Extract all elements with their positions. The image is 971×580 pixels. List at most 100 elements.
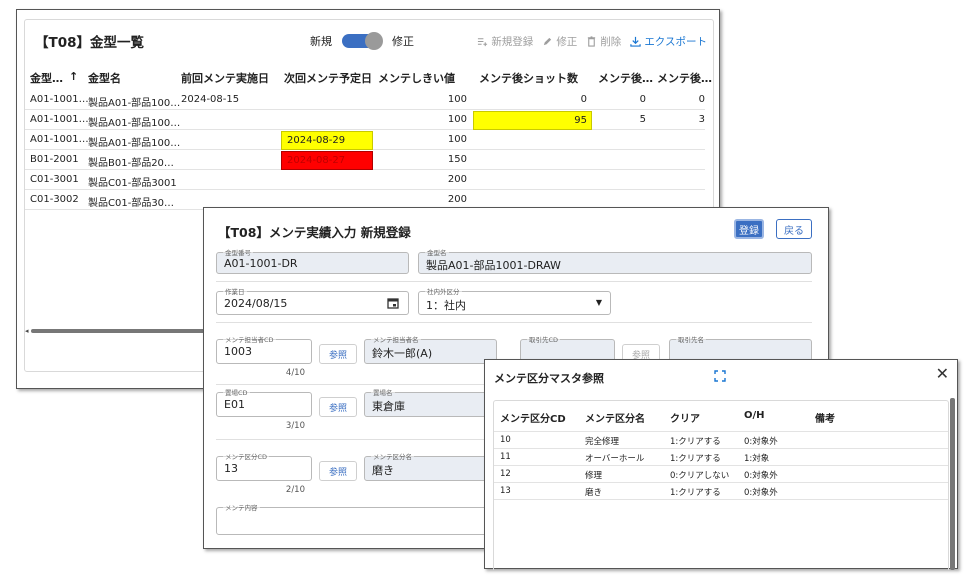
cell-after-2: 0 — [698, 94, 705, 105]
maint-type-ref-dialog: メンテ区分マスタ参照 ✕ メンテ区分CD メンテ区分名 クリア O/H 備考 1… — [484, 359, 958, 570]
table-row[interactable]: 10 完全修理 1:クリアする 0:対象外 — [494, 432, 948, 449]
cell-cd: 13 — [500, 486, 511, 496]
table-row[interactable]: A01-1001… 製品A01-部品100… 2024-08-15 100 0 … — [25, 91, 705, 110]
column-header-cd[interactable]: メンテ区分CD — [500, 410, 566, 425]
staff-cd-counter: 4/10 — [285, 368, 305, 378]
column-header-after-2[interactable]: メンテ後… — [657, 70, 713, 86]
column-header-mold-name[interactable]: 金型名 — [88, 70, 121, 86]
table-row[interactable]: 13 磨き 1:クリアする 0:対象外 — [494, 483, 948, 500]
maint-type-cd-input[interactable]: メンテ区分CD 13 2/10 — [216, 451, 312, 495]
cell-cd: 10 — [500, 435, 511, 445]
in-out-select[interactable]: 社内外区分 1：社内 ▼ — [418, 286, 611, 315]
fullscreen-icon[interactable] — [714, 370, 726, 382]
edit-button[interactable]: 修正 — [542, 34, 577, 49]
playlist-add-icon — [478, 38, 488, 47]
staff-ref-button[interactable]: 参照 — [319, 344, 357, 364]
scroll-left-arrow-icon[interactable]: ◂ — [25, 327, 29, 335]
pencil-icon — [544, 37, 552, 46]
horizontal-scrollbar[interactable] — [31, 329, 221, 333]
dialog-title: メンテ区分マスタ参照 — [494, 372, 604, 385]
cell-clear: 1:クリアする — [670, 437, 721, 447]
delete-label: 削除 — [600, 36, 622, 48]
table-row[interactable]: A01-1001… 製品A01-部品100… 100 95 5 3 — [25, 111, 705, 130]
cell-name: 完全修理 — [585, 437, 620, 447]
cell-shots-highlight: 95 — [473, 111, 592, 130]
column-header-oh[interactable]: O/H — [744, 410, 765, 421]
location-cd-input[interactable]: 置場CD E01 3/10 — [216, 387, 312, 431]
export-button[interactable]: エクスポート — [630, 34, 707, 49]
work-date-value: 2024/08/15 — [224, 297, 288, 310]
column-header-mold-code[interactable]: 金型… — [30, 70, 63, 86]
column-header-next-maint[interactable]: 次回メンテ予定日 — [284, 70, 372, 86]
cell-name: 製品B01-部品20… — [88, 158, 174, 169]
maint-type-cd-value: 13 — [224, 462, 238, 475]
column-header-note[interactable]: 備考 — [815, 410, 835, 425]
calendar-icon[interactable] — [387, 297, 399, 309]
register-button[interactable]: 登録 — [734, 219, 764, 239]
divider — [216, 322, 812, 323]
mode-toggle-group: 新規 修正 — [310, 32, 414, 50]
edit-label: 修正 — [556, 36, 578, 48]
work-date-input[interactable]: 作業日 2024/08/15 — [216, 286, 409, 315]
sort-asc-icon[interactable]: ↑ — [69, 70, 78, 83]
cell-after-1: 5 — [639, 114, 646, 125]
maint-type-cd-label: メンテ区分CD — [223, 451, 270, 461]
cell-cd: 11 — [500, 452, 511, 462]
toggle-knob[interactable] — [365, 32, 383, 50]
back-button[interactable]: 戻る — [776, 219, 812, 239]
cell-oh: 0:対象外 — [744, 471, 778, 481]
mold-no-field: 金型番号 A01-1001-DR — [216, 247, 409, 274]
column-header-after-1[interactable]: メンテ後… — [598, 70, 654, 86]
dropdown-arrow-icon[interactable]: ▼ — [596, 298, 602, 307]
in-out-value: 1：社内 — [426, 299, 466, 312]
cell-code: A01-1001… — [30, 94, 89, 105]
column-header-shots[interactable]: メンテ後ショット数 — [479, 70, 578, 86]
table-row[interactable]: B01-2001 製品B01-部品20… 2024-08-27 150 — [25, 151, 705, 170]
cell-oh: 1:対象 — [744, 454, 770, 464]
cell-name: オーバーホール — [585, 454, 645, 464]
cell-code: A01-1001… — [30, 134, 89, 145]
in-out-label: 社内外区分 — [425, 286, 462, 296]
new-register-button[interactable]: 新規登録 — [477, 34, 533, 49]
cell-code: B01-2001 — [30, 154, 79, 165]
table-row[interactable]: 11 オーバーホール 1:クリアする 1:対象 — [494, 449, 948, 466]
ref-table-header: メンテ区分CD メンテ区分名 クリア O/H 備考 — [494, 401, 948, 431]
maint-type-cd-counter: 2/10 — [285, 485, 305, 495]
cell-name: 修理 — [585, 471, 603, 481]
mold-name-label: 金型名 — [425, 247, 449, 257]
column-header-threshold[interactable]: メンテしきい値 — [378, 70, 455, 86]
work-date-label: 作業日 — [223, 286, 247, 296]
cell-code: A01-1001… — [30, 114, 89, 125]
toggle-left-label: 新規 — [310, 35, 332, 48]
table-row[interactable]: C01-3001 製品C01-部品3001 200 — [25, 171, 705, 190]
cell-clear: 0:クリアしない — [670, 471, 730, 481]
delete-button[interactable]: 削除 — [586, 34, 621, 49]
column-header-prev-maint[interactable]: 前回メンテ実施日 — [181, 70, 269, 86]
location-name-field: 置場名 東倉庫 — [364, 387, 497, 417]
staff-cd-label: メンテ担当者CD — [223, 334, 276, 344]
export-label: エクスポート — [644, 36, 707, 48]
entry-title: 【T08】メンテ実績入力 新規登録 — [218, 225, 411, 240]
table-row[interactable]: 12 修理 0:クリアしない 0:対象外 — [494, 466, 948, 483]
divider — [216, 281, 812, 282]
cell-after-1: 0 — [639, 94, 646, 105]
maint-type-ref-button[interactable]: 参照 — [319, 461, 357, 481]
staff-cd-input[interactable]: メンテ担当者CD 1003 4/10 — [216, 334, 312, 378]
cell-shots: 0 — [580, 94, 587, 105]
maint-content-label: メンテ内容 — [223, 502, 260, 512]
cell-name: 製品A01-部品100… — [88, 138, 181, 149]
column-header-name[interactable]: メンテ区分名 — [585, 410, 645, 425]
cell-threshold: 100 — [447, 114, 467, 125]
cell-name: 製品A01-部品100… — [88, 98, 181, 109]
close-icon[interactable]: ✕ — [936, 366, 949, 382]
location-ref-button[interactable]: 参照 — [319, 397, 357, 417]
mode-toggle-switch[interactable] — [342, 32, 383, 50]
vendor-cd-label: 取引先CD — [527, 334, 561, 344]
staff-name-field: メンテ担当者名 鈴木一郎(A) — [364, 334, 497, 364]
table-row[interactable]: A01-1001… 製品A01-部品100… 2024-08-29 100 — [25, 131, 705, 150]
page-title: 【T08】金型一覧 — [35, 35, 144, 51]
column-header-clear[interactable]: クリア — [670, 410, 700, 425]
vertical-scrollbar[interactable] — [950, 398, 955, 570]
cell-name: 磨き — [585, 488, 603, 498]
trash-icon — [588, 36, 596, 47]
